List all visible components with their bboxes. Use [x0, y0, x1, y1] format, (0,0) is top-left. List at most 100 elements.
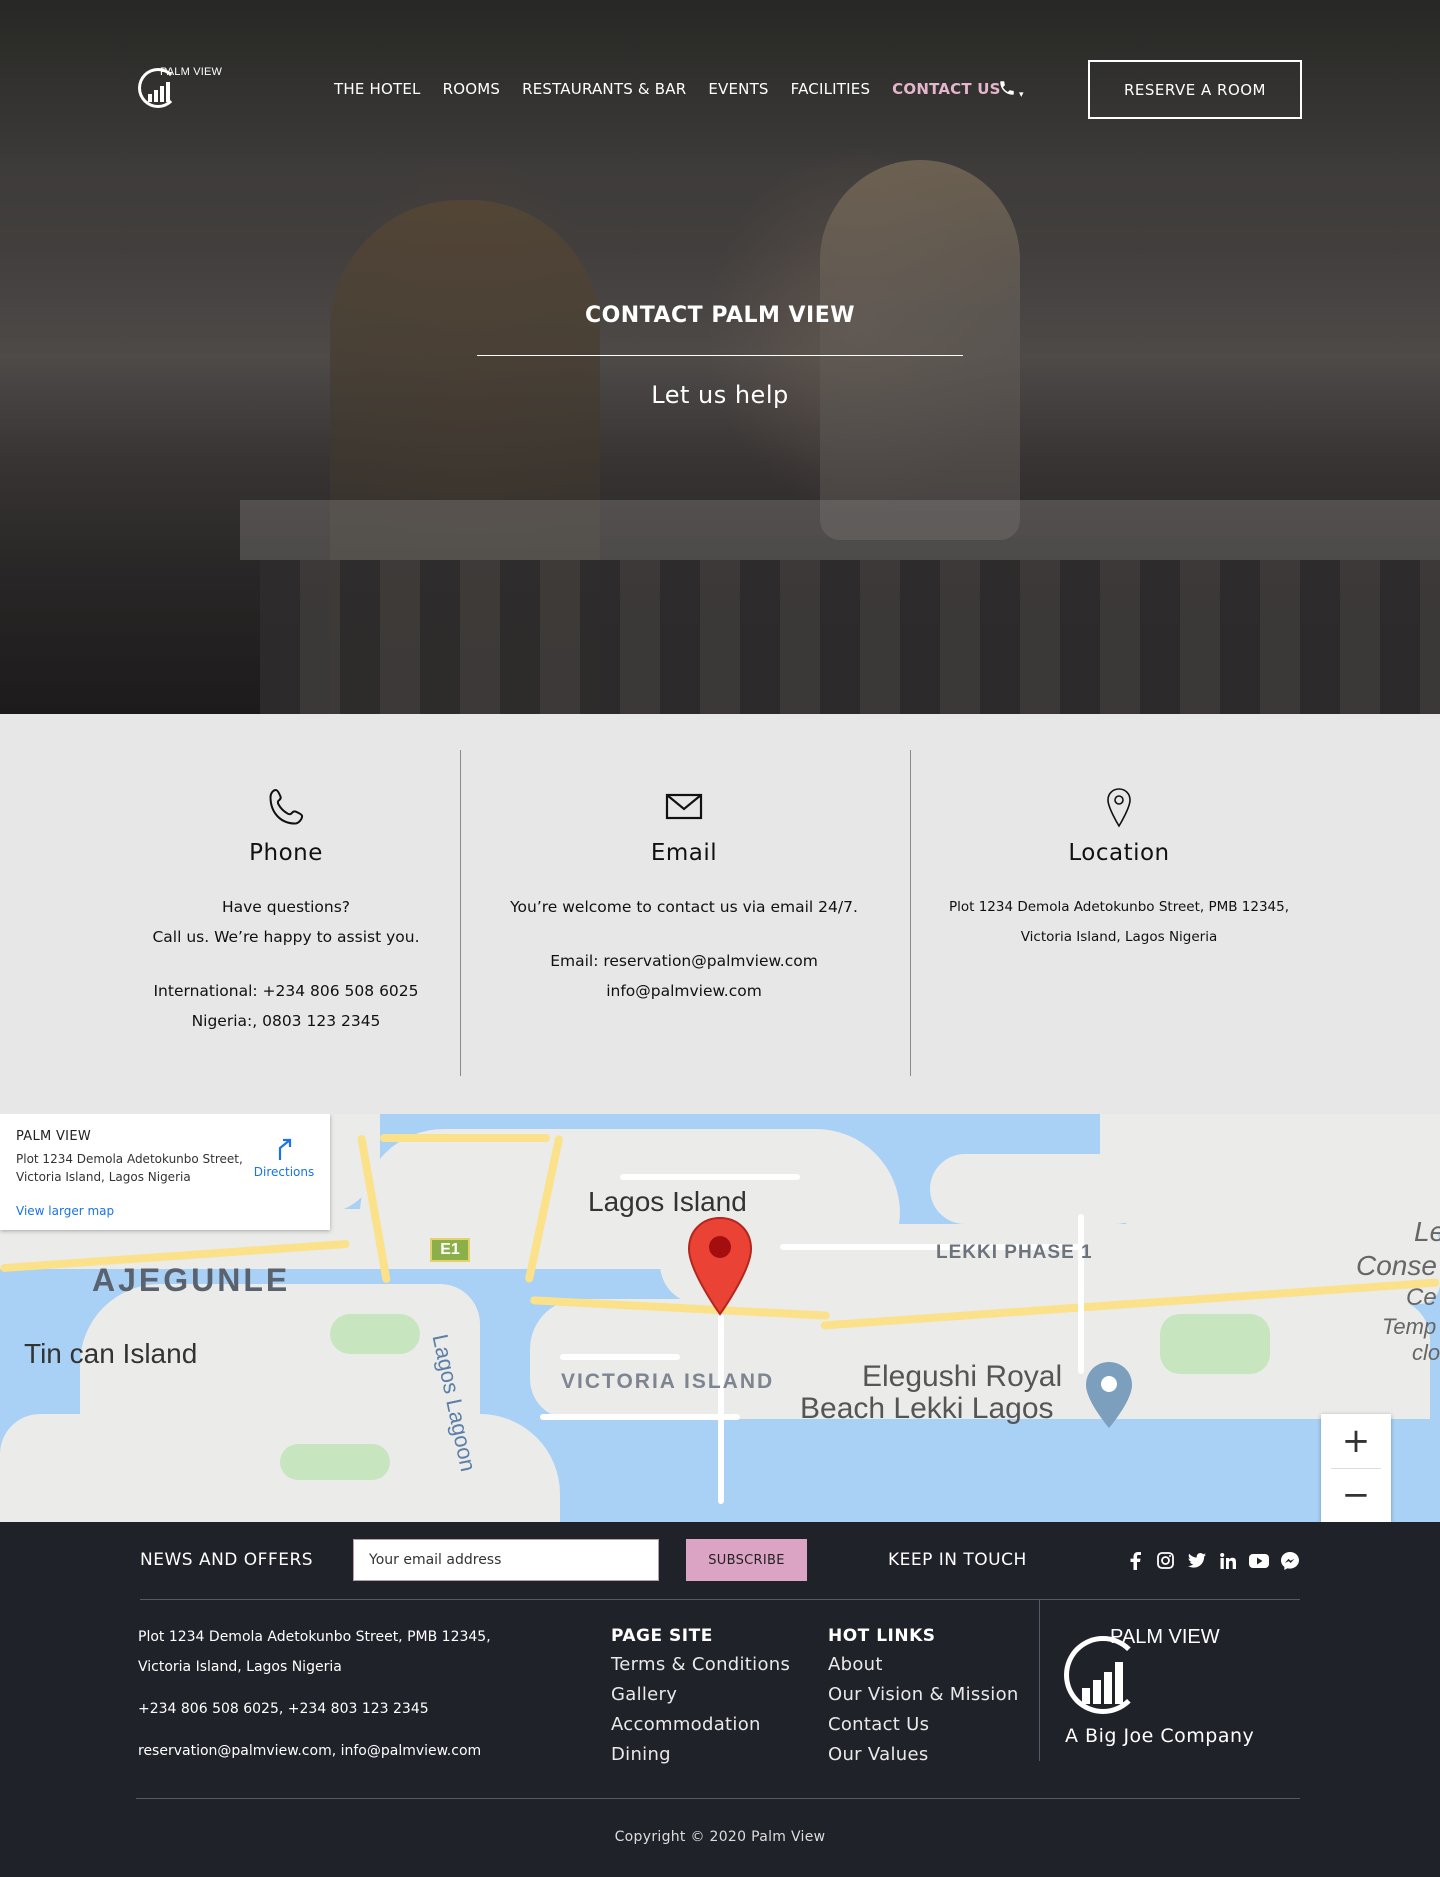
subscribe-button[interactable]: SUBSCRIBE — [686, 1539, 807, 1581]
site-logo[interactable]: PALM VIEW — [136, 64, 246, 114]
map-label-victoria-island: VICTORIA ISLAND — [561, 1370, 775, 1393]
footer-link-our-values[interactable]: Our Values — [828, 1740, 1019, 1770]
contact-info-section: Phone Have questions? Call us. We’re hap… — [0, 714, 1440, 1114]
map-label-elegushi-line2: Beach Lekki Lagos — [800, 1392, 1054, 1425]
footer-link-about[interactable]: About — [828, 1650, 1019, 1680]
footer-page-site-column: PAGE SITE Terms & Conditions Gallery Acc… — [611, 1622, 790, 1770]
location-line2: Victoria Island, Lagos Nigeria — [1020, 929, 1218, 945]
map-poi-pin-icon[interactable] — [1084, 1360, 1134, 1430]
map-park — [330, 1314, 420, 1354]
hero-divider — [477, 355, 963, 356]
map-label-tin-can-island: Tin can Island — [24, 1338, 198, 1369]
email-card: Email You’re welcome to contact us via e… — [459, 750, 909, 1076]
page-title: CONTACT PALM VIEW — [584, 303, 856, 328]
chevron-down-icon: ▾ — [1019, 90, 1024, 100]
location-card-title: Location — [1068, 840, 1170, 866]
map-location-pin-icon[interactable] — [687, 1216, 753, 1316]
footer-link-accommodation[interactable]: Accommodation — [611, 1710, 790, 1740]
footer-bottom-divider — [136, 1798, 1300, 1799]
map-info-address-line1: Plot 1234 Demola Adetokunbo Street, — [16, 1152, 243, 1166]
phone-card-title: Phone — [249, 840, 323, 866]
hero-section: PALM VIEW THE HOTEL ROOMS RESTAURANTS & … — [0, 0, 1440, 714]
footer-link-vision-mission[interactable]: Our Vision & Mission — [828, 1680, 1019, 1710]
footer-vertical-divider — [1039, 1599, 1040, 1761]
footer-divider — [140, 1599, 1300, 1600]
messenger-icon[interactable] — [1279, 1550, 1300, 1571]
nav-item-rooms[interactable]: ROOMS — [443, 80, 501, 98]
phone-nigeria[interactable]: Nigeria:, 0803 123 2345 — [61, 1006, 511, 1036]
map-zoom-control: + − — [1321, 1414, 1391, 1522]
map-directions-link[interactable]: Directions — [246, 1136, 322, 1179]
nav-item-events[interactable]: EVENTS — [708, 80, 768, 98]
youtube-icon[interactable] — [1248, 1550, 1269, 1571]
newsletter-email-input[interactable] — [353, 1539, 659, 1581]
email-info[interactable]: info@palmview.com — [459, 976, 909, 1006]
newsletter-label: NEWS AND OFFERS — [140, 1550, 314, 1570]
footer-link-contact-us[interactable]: Contact Us — [828, 1710, 1019, 1740]
copyright-text: Copyright © 2020 Palm View — [614, 1829, 826, 1845]
map-land — [930, 1154, 1150, 1224]
map-road — [620, 1174, 800, 1180]
footer-hot-links-column: HOT LINKS About Our Vision & Mission Con… — [828, 1622, 1019, 1770]
footer-emails[interactable]: reservation@palmview.com, info@palmview.… — [138, 1736, 491, 1766]
main-nav: PALM VIEW THE HOTEL ROOMS RESTAURANTS & … — [0, 0, 1440, 180]
email-card-title: Email — [650, 840, 718, 866]
phone-card-line2: Call us. We’re happy to assist you. — [152, 928, 420, 946]
email-card-line1: You’re welcome to contact us via email 2… — [510, 898, 858, 916]
footer-phones[interactable]: +234 806 508 6025, +234 803 123 2345 — [138, 1694, 491, 1724]
footer-link-gallery[interactable]: Gallery — [611, 1680, 790, 1710]
footer-hot-links-title: HOT LINKS — [828, 1626, 936, 1646]
embedded-map[interactable]: Lagos Island AJEGUNLE Tin can Island Lag… — [0, 1114, 1440, 1522]
envelope-icon — [459, 786, 909, 832]
reserve-room-button[interactable]: RESERVE A ROOM — [1088, 60, 1302, 119]
map-directions-label: Directions — [253, 1165, 315, 1179]
footer-address-line2: Victoria Island, Lagos Nigeria — [138, 1659, 342, 1675]
footer-logo-name: PALM VIEW — [1110, 1626, 1220, 1648]
map-label-edge: Conse — [1356, 1250, 1437, 1281]
map-land — [1100, 1114, 1440, 1234]
zoom-in-button[interactable]: + — [1321, 1414, 1391, 1468]
footer-page-site-title: PAGE SITE — [611, 1626, 713, 1646]
footer-logo-bars — [1082, 1662, 1126, 1704]
linkedin-icon[interactable] — [1217, 1550, 1238, 1571]
map-highway — [380, 1134, 550, 1142]
keep-in-touch-label: KEEP IN TOUCH — [888, 1550, 1027, 1570]
map-label-edge: Ce — [1406, 1284, 1437, 1311]
zoom-out-button[interactable]: − — [1321, 1468, 1391, 1522]
phone-card: Phone Have questions? Call us. We’re hap… — [61, 750, 511, 1076]
twitter-icon[interactable] — [1186, 1550, 1207, 1571]
social-links — [1124, 1550, 1300, 1571]
footer-address-line1: Plot 1234 Demola Adetokunbo Street, PMB … — [138, 1629, 491, 1645]
map-park — [280, 1444, 390, 1480]
map-info-address-line2: Victoria Island, Lagos Nigeria — [16, 1170, 191, 1184]
nav-item-the-hotel[interactable]: THE HOTEL — [334, 80, 421, 98]
instagram-icon[interactable] — [1155, 1550, 1176, 1571]
footer-link-dining[interactable]: Dining — [611, 1740, 790, 1770]
map-label-edge: Le — [1414, 1216, 1440, 1247]
map-label-ajegunle: AJEGUNLE — [92, 1262, 291, 1298]
view-larger-map-link[interactable]: View larger map — [16, 1204, 114, 1218]
map-label-edge: Temp — [1382, 1314, 1437, 1339]
map-road — [718, 1314, 724, 1504]
location-card: Location Plot 1234 Demola Adetokunbo Str… — [894, 750, 1344, 1076]
logo-name: PALM VIEW — [160, 66, 223, 78]
site-footer: NEWS AND OFFERS SUBSCRIBE KEEP IN TOUCH … — [0, 1522, 1440, 1877]
footer-logo[interactable]: PALM VIEW — [1064, 1626, 1264, 1716]
facebook-icon[interactable] — [1124, 1550, 1145, 1571]
phone-international[interactable]: International: +234 806 508 6025 — [61, 976, 511, 1006]
map-road — [560, 1354, 680, 1360]
nav-item-facilities[interactable]: FACILITIES — [791, 80, 871, 98]
nav-item-contact-us[interactable]: CONTACT US — [892, 80, 1000, 98]
map-road — [1078, 1214, 1084, 1374]
footer-link-terms[interactable]: Terms & Conditions — [611, 1650, 790, 1680]
map-info-address: Plot 1234 Demola Adetokunbo Street, Vict… — [16, 1150, 256, 1186]
phone-card-line1: Have questions? — [221, 898, 351, 916]
map-label-edge: clo — [1412, 1340, 1440, 1365]
phone-icon — [61, 786, 511, 832]
phone-dropdown[interactable]: ▾ — [998, 79, 1024, 101]
email-reservation[interactable]: Email: reservation@palmview.com — [459, 946, 909, 976]
nav-item-restaurants-bar[interactable]: RESTAURANTS & BAR — [522, 80, 686, 98]
map-info-card: PALM VIEW Plot 1234 Demola Adetokunbo St… — [0, 1114, 330, 1230]
map-label-e1-shield: E1 — [430, 1238, 470, 1262]
directions-icon — [278, 1138, 292, 1160]
